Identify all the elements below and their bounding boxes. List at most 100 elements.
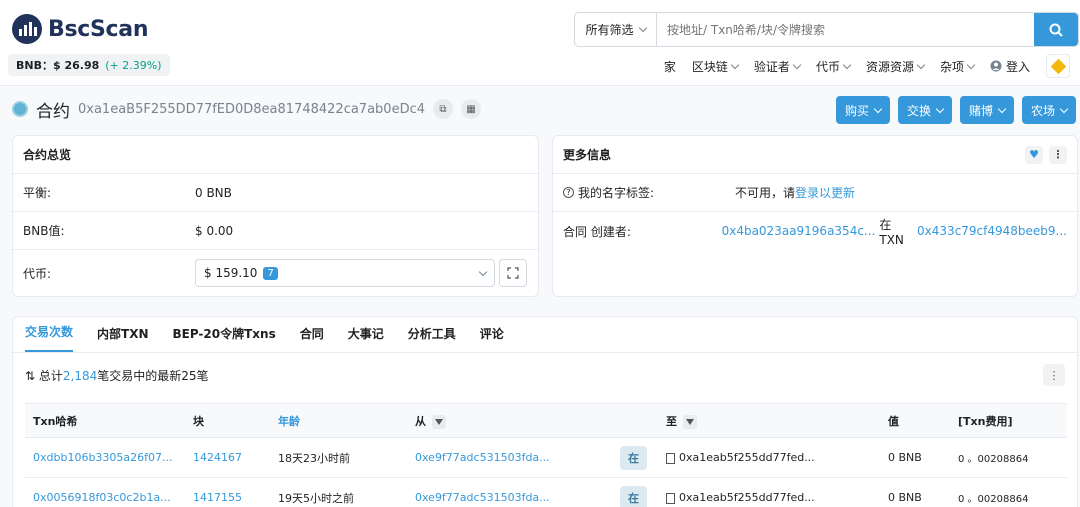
search-input[interactable] [657, 13, 1034, 46]
summary-suffix: 笔交易中的最新25笔 [97, 368, 209, 383]
txn-hash-link[interactable]: 0xdbb106b3305a26f07... [25, 437, 185, 478]
table-options-button[interactable]: ⋮ [1043, 364, 1065, 386]
to-address: 0xa1eab5f255dd77fed... [679, 491, 815, 504]
chevron-down-icon [792, 60, 802, 69]
tab-transactions[interactable]: 交易次数 [25, 323, 74, 352]
col-age[interactable]: 年龄 [270, 403, 407, 438]
exchange-button[interactable]: 交换 [897, 96, 952, 124]
summary-prefix: 总计 [38, 368, 63, 383]
nav-tokens[interactable]: 代币 [815, 58, 852, 75]
help-icon: ? [563, 187, 574, 198]
chevron-down-icon [842, 60, 852, 69]
page-title-bar: 合约 0xa1eaB5F255DD77fED0D8ea81748422ca7ab… [12, 96, 481, 122]
tab-bar: 交易次数 内部TXN BEP-20令牌Txns 合同 大事记 分析工具 评论 [13, 317, 1077, 353]
nav-validators[interactable]: 验证者 [754, 58, 802, 75]
search-filter-dropdown[interactable]: 所有筛选 [575, 13, 657, 46]
page-title: 合约 [36, 101, 70, 122]
col-to: 至 [658, 403, 880, 438]
qr-code-button[interactable]: ▦ [461, 99, 481, 119]
block-link[interactable]: 1424167 [185, 437, 270, 478]
token-row: 代币: $ 159.10 7 [13, 250, 538, 296]
creator-at-txn: 在TXN [879, 217, 904, 247]
from-address-link[interactable]: 0xe9f77adc531503fda... [407, 437, 612, 478]
chevron-down-icon [730, 60, 740, 69]
fee-cell: 0 。00208864 [950, 437, 1067, 478]
block-link[interactable]: 1417155 [185, 477, 270, 507]
chevron-down-icon [478, 267, 488, 276]
tab-comments[interactable]: 评论 [480, 325, 504, 352]
col-from: 从 [407, 403, 612, 438]
token-value: $ 159.10 [204, 266, 258, 280]
expand-button[interactable] [499, 259, 527, 287]
tab-analytics[interactable]: 分析工具 [408, 325, 456, 352]
token-count-badge: 7 [263, 266, 278, 280]
from-address-link[interactable]: 0xe9f77adc531503fda... [407, 477, 612, 507]
balance-label: 平衡: [23, 186, 52, 200]
favorite-button[interactable]: ♥ [1025, 145, 1043, 164]
direction-cell: 在 [612, 437, 658, 478]
table-row: 0x0056918f03c0c2b1a... 1417155 19天5小时之前 … [25, 477, 1067, 507]
buy-button[interactable]: 购买 [835, 96, 890, 124]
nav-sign-in[interactable]: 登入 [990, 58, 1030, 75]
chevron-down-icon [638, 23, 647, 33]
logo-icon [12, 14, 42, 44]
col-to-label: 至 [666, 414, 677, 428]
col-block: 块 [185, 403, 270, 438]
sign-in-update-link[interactable]: 登录以更新 [795, 184, 855, 201]
nav-sign-in-label: 登入 [1005, 59, 1030, 74]
bnb-value-label: BNB值: [23, 224, 65, 238]
nav-blockchain[interactable]: 区块链 [692, 58, 740, 75]
network-switch[interactable] [1046, 54, 1070, 78]
tab-bep20-txns[interactable]: BEP-20令牌Txns [173, 325, 276, 352]
qr-code-icon: ▦ [466, 103, 476, 115]
search-filter-label: 所有筛选 [585, 23, 634, 37]
direction-in-badge: 在 [620, 485, 647, 507]
farm-button[interactable]: 农场 [1021, 96, 1076, 124]
transactions-table: Txn哈希 块 年龄 从 至 值 [Txn费用] 0xdbb106b3305a2… [25, 403, 1067, 507]
txn-hash-link[interactable]: 0x0056918f03c0c2b1a... [25, 477, 185, 507]
chevron-down-icon [873, 104, 883, 113]
token-holdings-dropdown[interactable]: $ 159.10 7 [195, 259, 495, 287]
more-vertical-icon: ⋮ [1052, 148, 1064, 161]
col-txn-hash: Txn哈希 [25, 403, 185, 438]
table-header-row: Txn哈希 块 年龄 从 至 值 [Txn费用] [25, 403, 1067, 438]
copy-button[interactable]: ⧉ [433, 99, 453, 119]
sort-icon: ⇅ [25, 368, 36, 383]
name-tag-value: 不可用，请 [735, 186, 796, 200]
filter-icon[interactable] [432, 414, 446, 429]
age-cell: 18天23小时前 [270, 437, 407, 478]
nav-misc[interactable]: 杂项 [940, 58, 976, 75]
col-direction [612, 403, 658, 438]
nav-resources[interactable]: 资源资源 [866, 58, 926, 75]
bnb-price: BNB：$ 26.98 (+ 2.39%) [8, 54, 170, 76]
tab-contract[interactable]: 合同 [300, 325, 324, 352]
nav-home-label: 家 [663, 59, 676, 74]
exchange-label: 交换 [906, 103, 931, 118]
gaming-button[interactable]: 赌博 [959, 96, 1014, 124]
more-options-button[interactable]: ⋮ [1049, 145, 1067, 164]
more-info-header: 更多信息 ♥ ⋮ [553, 136, 1077, 174]
search-icon [1049, 23, 1063, 37]
logo-text: BscScan [48, 16, 149, 42]
nav-tokens-label: 代币 [815, 59, 840, 74]
direction-in-badge: 在 [620, 445, 647, 470]
more-info-title: 更多信息 [563, 148, 612, 162]
to-cell: 0xa1eab5f255dd77fed... [658, 477, 880, 507]
tab-events[interactable]: 大事记 [348, 325, 384, 352]
bnb-price-label: BNB：$ 26.98 [16, 59, 100, 72]
balance-value: 0 BNB [195, 185, 232, 200]
to-address: 0xa1eab5f255dd77fed... [679, 451, 815, 464]
logo[interactable]: BscScan [12, 14, 149, 44]
tab-internal-txns[interactable]: 内部TXN [97, 325, 148, 352]
filter-icon[interactable] [683, 414, 697, 429]
heart-icon: ♥ [1029, 148, 1039, 161]
user-icon [990, 60, 1002, 72]
age-cell: 19天5小时之前 [270, 477, 407, 507]
search-button[interactable] [1034, 13, 1078, 46]
nav-home[interactable]: 家 [664, 58, 676, 75]
creator-address-link[interactable]: 0x4ba023aa9196a354c... [722, 224, 876, 238]
creator-txn-link[interactable]: 0x433c79cf4948beeb9... [917, 224, 1067, 238]
col-from-label: 从 [415, 414, 426, 428]
bnb-icon [1050, 58, 1066, 74]
summary-count[interactable]: 2,184 [63, 369, 97, 383]
